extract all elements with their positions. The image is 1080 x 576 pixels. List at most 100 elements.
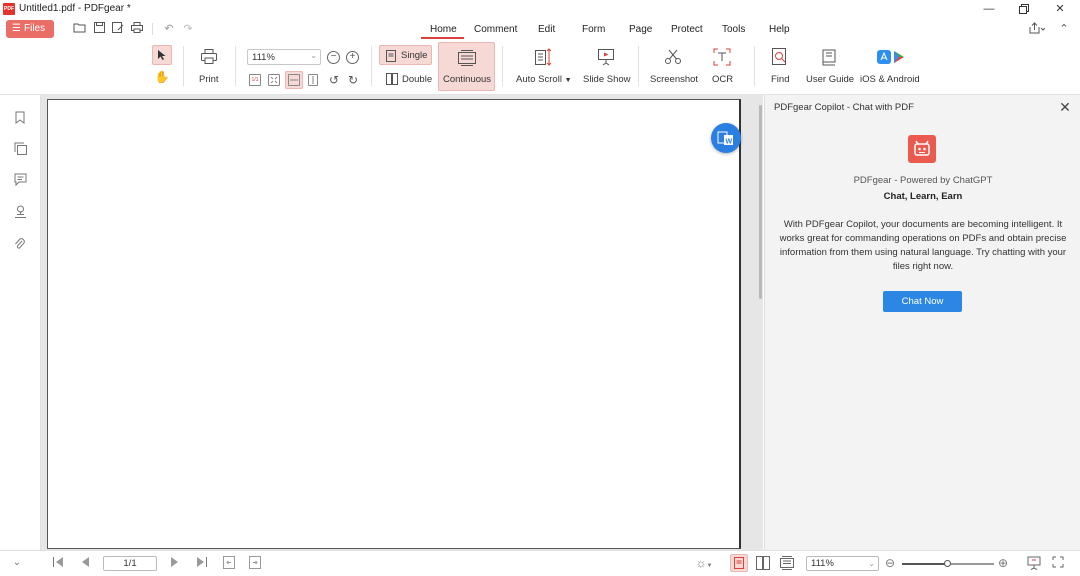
double-page-icon bbox=[386, 73, 398, 85]
zoom-value: 111% bbox=[252, 52, 275, 63]
previous-view-icon[interactable] bbox=[222, 556, 236, 570]
actual-size-icon[interactable]: 1/1 bbox=[249, 74, 261, 86]
continuous-label: Continuous bbox=[443, 74, 492, 85]
fit-height-icon[interactable] bbox=[308, 74, 318, 86]
attachment-icon[interactable] bbox=[13, 237, 27, 251]
tab-page[interactable]: Page bbox=[629, 24, 652, 35]
brightness-icon[interactable]: ☼▼ bbox=[693, 556, 715, 570]
copilot-description: With PDFgear Copilot, your documents are… bbox=[779, 219, 1067, 272]
auto-scroll-icon[interactable] bbox=[534, 48, 554, 68]
title-bar: PDF Untitled1.pdf - PDFgear * — ✕ bbox=[0, 0, 1080, 18]
restore-button[interactable] bbox=[1013, 1, 1035, 17]
zoom-in-status-icon[interactable]: ⊕ bbox=[996, 556, 1010, 570]
window-title: Untitled1.pdf - PDFgear * bbox=[19, 3, 131, 14]
bookmark-icon[interactable] bbox=[13, 111, 27, 125]
chat-now-button[interactable]: Chat Now bbox=[883, 291, 962, 312]
save-as-icon[interactable] bbox=[111, 22, 125, 36]
first-page-icon[interactable] bbox=[51, 556, 65, 570]
undo-icon[interactable]: ↶ bbox=[162, 22, 176, 36]
share-icon[interactable] bbox=[1027, 22, 1047, 36]
double-page-button[interactable]: Double bbox=[383, 72, 433, 88]
continuous-view-icon[interactable] bbox=[780, 556, 794, 570]
ocr-label[interactable]: OCR bbox=[712, 74, 733, 85]
save-icon[interactable] bbox=[92, 22, 106, 36]
zoom-select[interactable]: 111% ⌄ bbox=[247, 49, 321, 65]
document-viewport[interactable] bbox=[41, 95, 763, 550]
expand-sidebar-icon[interactable]: ⌄ bbox=[10, 556, 24, 570]
user-guide-label[interactable]: User Guide bbox=[806, 74, 854, 85]
ocr-icon[interactable] bbox=[712, 48, 732, 68]
files-button[interactable]: ☰ Files bbox=[6, 20, 54, 38]
rotate-right-icon[interactable]: ↻ bbox=[346, 73, 360, 87]
open-folder-icon[interactable] bbox=[72, 22, 86, 36]
select-tool-button[interactable] bbox=[152, 45, 172, 65]
thumbnails-icon[interactable] bbox=[13, 142, 27, 156]
fullscreen-icon[interactable] bbox=[1051, 556, 1065, 570]
ios-android-icon[interactable] bbox=[875, 49, 907, 67]
single-page-view-button[interactable] bbox=[730, 554, 748, 572]
fit-width-button[interactable] bbox=[285, 71, 303, 89]
next-page-icon[interactable] bbox=[168, 556, 182, 570]
print-quick-icon[interactable] bbox=[130, 22, 144, 36]
previous-page-icon[interactable] bbox=[78, 556, 92, 570]
copilot-tagline: Chat, Learn, Earn bbox=[883, 191, 963, 202]
single-page-button[interactable]: Single bbox=[379, 45, 432, 65]
signature-icon[interactable] bbox=[13, 205, 27, 219]
find-label[interactable]: Find bbox=[771, 74, 789, 85]
close-window-button[interactable]: ✕ bbox=[1049, 1, 1071, 17]
single-label: Single bbox=[401, 50, 428, 61]
continuous-scroll-icon bbox=[458, 50, 476, 66]
zoom-out-status-icon[interactable]: ⊖ bbox=[883, 556, 897, 570]
rotate-left-icon[interactable]: ↺ bbox=[327, 73, 341, 87]
copilot-close-icon[interactable]: ✕ bbox=[1058, 99, 1072, 116]
continuous-button[interactable]: Continuous bbox=[438, 42, 495, 91]
scissors-icon[interactable] bbox=[663, 48, 683, 68]
zoom-slider-fill bbox=[902, 563, 948, 565]
copilot-panel: PDFgear Copilot - Chat with PDF ✕ PDFgea… bbox=[764, 95, 1080, 550]
page-number-input[interactable]: 1/1 bbox=[103, 556, 157, 571]
fit-width-icon bbox=[288, 74, 300, 86]
double-label: Double bbox=[402, 74, 433, 85]
slide-show-label[interactable]: Slide Show bbox=[583, 74, 631, 85]
tab-comment[interactable]: Comment bbox=[474, 24, 517, 35]
fit-page-icon[interactable] bbox=[268, 74, 280, 86]
print-label[interactable]: Print bbox=[199, 74, 219, 85]
minimize-button[interactable]: — bbox=[978, 1, 1000, 17]
slide-show-icon[interactable] bbox=[596, 48, 616, 68]
presentation-icon[interactable] bbox=[1027, 556, 1041, 570]
collapse-ribbon-icon[interactable]: ⌃ bbox=[1057, 22, 1071, 36]
convert-to-word-icon[interactable]: W bbox=[711, 123, 741, 153]
tab-home[interactable]: Home bbox=[430, 24, 457, 35]
tab-edit[interactable]: Edit bbox=[538, 24, 555, 35]
zoom-out-icon[interactable]: − bbox=[327, 51, 340, 64]
print-icon[interactable] bbox=[199, 49, 219, 67]
last-page-icon[interactable] bbox=[195, 556, 209, 570]
next-view-icon[interactable] bbox=[248, 556, 262, 570]
redo-icon[interactable]: ↷ bbox=[181, 22, 195, 36]
copilot-robot-icon bbox=[908, 135, 936, 163]
screenshot-label[interactable]: Screenshot bbox=[650, 74, 698, 85]
double-page-view-icon[interactable] bbox=[756, 556, 770, 570]
pdfgear-logo-icon: PDF bbox=[3, 3, 15, 15]
auto-scroll-label[interactable]: Auto Scroll ▼ bbox=[516, 74, 572, 85]
hand-tool-icon[interactable]: ✋ bbox=[154, 70, 170, 86]
zoom-status-value: 111% bbox=[811, 558, 834, 569]
zoom-slider-thumb[interactable] bbox=[944, 560, 951, 567]
copilot-title: PDFgear Copilot - Chat with PDF bbox=[774, 102, 914, 113]
files-label: Files bbox=[24, 23, 46, 34]
user-guide-icon[interactable] bbox=[819, 48, 839, 68]
single-page-view-icon bbox=[734, 557, 744, 569]
ios-android-label[interactable]: iOS & Android bbox=[860, 74, 920, 85]
pdf-page[interactable] bbox=[47, 99, 741, 549]
zoom-in-icon[interactable]: + bbox=[346, 51, 359, 64]
vertical-scrollbar[interactable] bbox=[759, 105, 762, 299]
tab-tools[interactable]: Tools bbox=[722, 24, 745, 35]
tab-form[interactable]: Form bbox=[582, 24, 605, 35]
left-sidebar bbox=[0, 95, 41, 550]
zoom-status-select[interactable]: 111% ⌄ bbox=[806, 556, 879, 571]
comments-icon[interactable] bbox=[13, 173, 27, 187]
tab-help[interactable]: Help bbox=[769, 24, 790, 35]
find-icon[interactable] bbox=[770, 48, 790, 68]
chevron-down-icon: ⌄ bbox=[868, 559, 875, 568]
tab-protect[interactable]: Protect bbox=[671, 24, 703, 35]
